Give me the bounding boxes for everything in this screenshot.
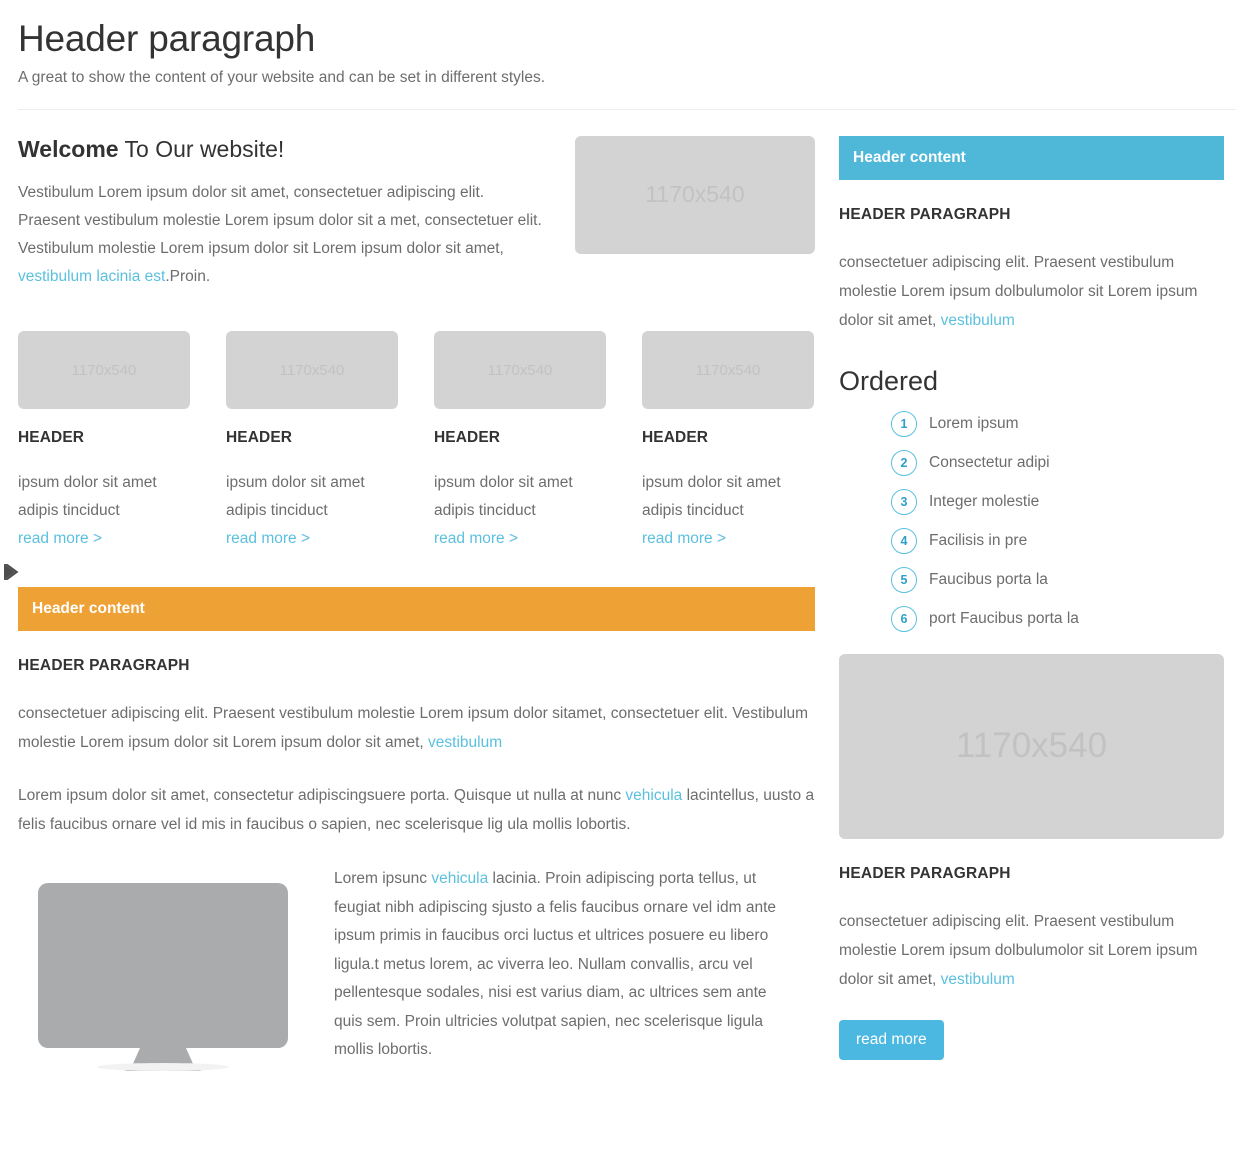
main-panel-header: Header content bbox=[18, 587, 815, 632]
list-item-label: Faucibus porta la bbox=[929, 570, 1048, 588]
sidebar-link-2[interactable]: vestibulum bbox=[941, 971, 1015, 988]
feature-card: 1170x540 HEADER ipsum dolor sit amet adi… bbox=[434, 331, 606, 553]
sidebar-column: Header content HEADER PARAGRAPH consecte… bbox=[833, 110, 1254, 1060]
page-subtitle: A great to show the content of your webs… bbox=[18, 68, 546, 86]
list-item-label: Consectetur adipi bbox=[929, 453, 1050, 471]
list-item-number: 6 bbox=[891, 605, 917, 632]
list-item[interactable]: 6 port Faucibus porta la bbox=[891, 605, 1236, 632]
feature-card: 1170x540 HEADER ipsum dolor sit amet adi… bbox=[226, 331, 398, 553]
welcome-title: Welcome To Our website! bbox=[18, 136, 547, 164]
list-item[interactable]: 4 Facilisis in pre bbox=[891, 527, 1236, 554]
welcome-paragraph-tail: .Proin. bbox=[165, 268, 211, 286]
ordered-list: 1 Lorem ipsum 2 Consectetur adipi 3 Inte… bbox=[839, 410, 1236, 632]
card-title: HEADER bbox=[642, 429, 709, 447]
card-body: ipsum dolor sit amet adipis tinciduct bbox=[642, 474, 781, 520]
monitor-icon bbox=[38, 883, 288, 1072]
page-header: Header paragraph A great to show the con… bbox=[0, 0, 1254, 110]
media-paragraph: Lorem ipsunc vehicula lacinia. Proin adi… bbox=[334, 865, 784, 1065]
sidebar-image-wrap: 1170x540 bbox=[839, 653, 1236, 839]
list-item-number: 5 bbox=[891, 566, 917, 593]
sidebar-panel: Header content HEADER PARAGRAPH consecte… bbox=[839, 135, 1236, 335]
card-image-placeholder: 1170x540 bbox=[226, 331, 398, 410]
main-panel-link-1[interactable]: vestibulum bbox=[428, 734, 502, 751]
media-figure bbox=[18, 865, 308, 1075]
card-image-placeholder: 1170x540 bbox=[434, 331, 606, 410]
list-item-number: 2 bbox=[891, 449, 917, 476]
page-title: Header paragraph bbox=[18, 18, 316, 59]
main-panel-link-2[interactable]: vehicula bbox=[625, 787, 682, 804]
sidebar-section-header-2: HEADER PARAGRAPH bbox=[839, 864, 1011, 882]
sidebar-read-more-button[interactable]: read more bbox=[839, 1019, 944, 1060]
main-panel-section-header: HEADER PARAGRAPH bbox=[18, 657, 190, 675]
card-read-more-link[interactable]: read more > bbox=[434, 525, 518, 553]
sidebar-paragraph-1: consectetuer adipiscing elit. Praesent v… bbox=[839, 248, 1236, 335]
card-read-more-link[interactable]: read more > bbox=[642, 525, 726, 553]
list-item-number: 1 bbox=[891, 410, 917, 437]
card-image-placeholder: 1170x540 bbox=[18, 331, 190, 410]
main-panel-paragraph-2: Lorem ipsum dolor sit amet, consectetur … bbox=[18, 781, 815, 839]
sidebar-paragraph-1-text: consectetuer adipiscing elit. Praesent v… bbox=[839, 253, 1198, 329]
main-panel-paragraph-1: consectetuer adipiscing elit. Praesent v… bbox=[18, 699, 815, 757]
welcome-title-rest: To Our website! bbox=[118, 135, 285, 162]
list-item[interactable]: 1 Lorem ipsum bbox=[891, 410, 1236, 437]
card-title: HEADER bbox=[226, 429, 293, 447]
welcome-text: Welcome To Our website! Vestibulum Lorem… bbox=[18, 136, 547, 292]
welcome-inline-link[interactable]: vestibulum lacinia est bbox=[18, 268, 165, 285]
list-item[interactable]: 5 Faucibus porta la bbox=[891, 566, 1236, 593]
ordered-list-title: Ordered bbox=[839, 365, 939, 396]
card-title: HEADER bbox=[18, 429, 85, 447]
card-body: ipsum dolor sit amet adipis tinciduct bbox=[226, 474, 365, 520]
list-item-number: 3 bbox=[891, 488, 917, 515]
feature-cards-row: 1170x540 HEADER ipsum dolor sit amet adi… bbox=[18, 331, 815, 553]
welcome-title-bold: Welcome bbox=[18, 135, 119, 162]
sidebar-paragraph-2-text: consectetuer adipiscing elit. Praesent v… bbox=[839, 912, 1198, 988]
list-item[interactable]: 3 Integer molestie bbox=[891, 488, 1236, 515]
card-image-placeholder: 1170x540 bbox=[642, 331, 814, 410]
card-body: ipsum dolor sit amet adipis tinciduct bbox=[434, 474, 573, 520]
card-body: ipsum dolor sit amet adipis tinciduct bbox=[18, 474, 157, 520]
media-paragraph-text-a: Lorem ipsunc bbox=[334, 870, 432, 888]
feature-card: 1170x540 HEADER ipsum dolor sit amet adi… bbox=[642, 331, 814, 553]
media-block: Lorem ipsunc vehicula lacinia. Proin adi… bbox=[18, 865, 815, 1075]
welcome-image-placeholder: 1170x540 bbox=[575, 135, 815, 254]
main-panel-paragraph-2-text-a: Lorem ipsum dolor sit amet, consectetur … bbox=[18, 787, 626, 805]
welcome-paragraph: Vestibulum Lorem ipsum dolor sit amet, c… bbox=[18, 179, 547, 291]
sidebar-image-placeholder: 1170x540 bbox=[839, 653, 1224, 839]
list-item-label: port Faucibus porta la bbox=[929, 609, 1079, 627]
sidebar-paragraph-2: consectetuer adipiscing elit. Praesent v… bbox=[839, 907, 1236, 994]
media-inline-link[interactable]: vehicula bbox=[431, 870, 488, 887]
card-title: HEADER bbox=[434, 429, 501, 447]
feature-card: 1170x540 HEADER ipsum dolor sit amet adi… bbox=[18, 331, 190, 553]
list-item-label: Integer molestie bbox=[929, 492, 1040, 510]
welcome-section: Welcome To Our website! Vestibulum Lorem… bbox=[18, 135, 815, 292]
list-item-number: 4 bbox=[891, 527, 917, 554]
sidebar-link-1[interactable]: vestibulum bbox=[941, 312, 1015, 329]
media-paragraph-text-b: lacinia. Proin adipiscing porta tellus, … bbox=[334, 870, 777, 1059]
main-content-panel: Header content HEADER PARAGRAPH consecte… bbox=[18, 587, 815, 1075]
list-item[interactable]: 2 Consectetur adipi bbox=[891, 449, 1236, 476]
list-item-label: Lorem ipsum bbox=[929, 414, 1019, 432]
sidebar-panel-header: Header content bbox=[839, 135, 1224, 180]
page-layout: Welcome To Our website! Vestibulum Lorem… bbox=[0, 110, 1254, 1076]
welcome-paragraph-text: Vestibulum Lorem ipsum dolor sit amet, c… bbox=[18, 184, 542, 258]
main-column: Welcome To Our website! Vestibulum Lorem… bbox=[0, 110, 833, 1076]
card-read-more-link[interactable]: read more > bbox=[18, 525, 102, 553]
main-panel-paragraph-1-text: consectetuer adipiscing elit. Praesent v… bbox=[18, 705, 809, 752]
list-item-label: Facilisis in pre bbox=[929, 531, 1028, 549]
card-read-more-link[interactable]: read more > bbox=[226, 525, 310, 553]
sidebar-section-header: HEADER PARAGRAPH bbox=[839, 205, 1011, 223]
